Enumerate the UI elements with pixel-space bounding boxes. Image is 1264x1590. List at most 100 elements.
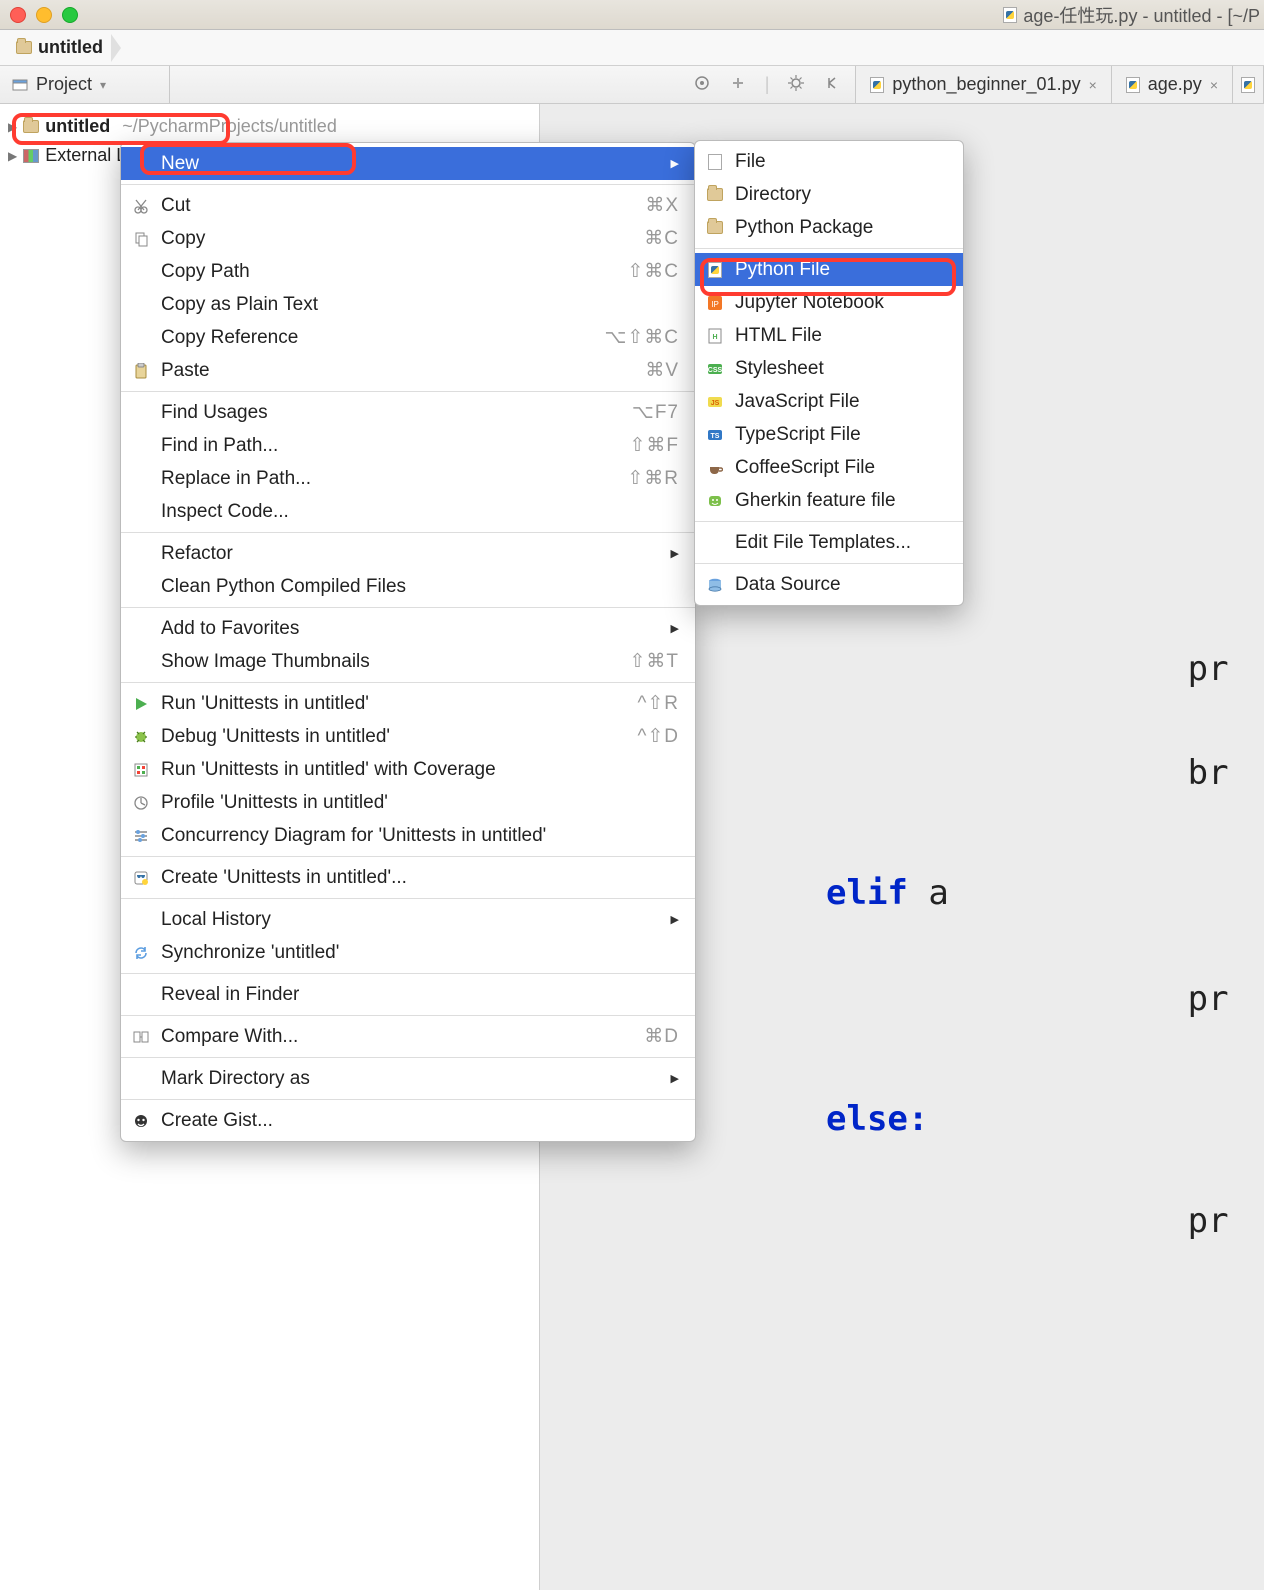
submenu-item-python-file[interactable]: Python File xyxy=(695,253,963,286)
expand-icon[interactable]: ▶ xyxy=(8,149,17,163)
tab-python-beginner[interactable]: python_beginner_01.py × xyxy=(856,66,1111,103)
submenu-item-stylesheet[interactable]: CSSStylesheet xyxy=(695,352,963,385)
menu-label: Synchronize 'untitled' xyxy=(161,942,679,964)
tree-path: ~/PycharmProjects/untitled xyxy=(122,116,337,137)
hide-icon[interactable] xyxy=(823,74,841,95)
menu-item-synchronize-untitled[interactable]: Synchronize 'untitled' xyxy=(121,936,695,969)
profile-icon xyxy=(131,795,151,811)
menu-label: Run 'Unittests in untitled' with Coverag… xyxy=(161,759,679,781)
submenu-label: JavaScript File xyxy=(735,391,860,413)
python-file-icon xyxy=(1126,77,1140,93)
menu-item-clean-python-compiled-files[interactable]: Clean Python Compiled Files xyxy=(121,570,695,603)
pytest-icon xyxy=(131,870,151,886)
menu-item-copy-as-plain-text[interactable]: Copy as Plain Text xyxy=(121,288,695,321)
menu-item-new[interactable]: New xyxy=(121,147,695,180)
project-view-selector[interactable]: Project ▾ xyxy=(0,66,170,103)
submenu-item-html-file[interactable]: HHTML File xyxy=(695,319,963,352)
folder-icon xyxy=(705,221,725,234)
maximize-window-button[interactable] xyxy=(62,7,78,23)
window-title: age-任性玩.py - untitled - [~/P xyxy=(1003,2,1264,28)
menu-item-copy-reference[interactable]: Copy Reference⌥⇧⌘C xyxy=(121,321,695,354)
menu-item-copy-path[interactable]: Copy Path⇧⌘C xyxy=(121,255,695,288)
submenu-item-data-source[interactable]: Data Source xyxy=(695,568,963,601)
tab-more[interactable] xyxy=(1233,66,1264,103)
submenu-label: Python File xyxy=(735,259,830,281)
menu-item-create-unittests-in-untitled[interactable]: Create 'Unittests in untitled'... xyxy=(121,861,695,894)
folder-icon xyxy=(16,41,32,54)
target-icon[interactable] xyxy=(693,74,711,95)
menu-item-reveal-in-finder[interactable]: Reveal in Finder xyxy=(121,978,695,1011)
menu-item-copy[interactable]: Copy⌘C xyxy=(121,222,695,255)
menu-item-paste[interactable]: Paste⌘V xyxy=(121,354,695,387)
toolbar: Project ▾ | python_beginner_01.py × age.… xyxy=(0,66,1264,104)
menu-item-inspect-code[interactable]: Inspect Code... xyxy=(121,495,695,528)
sync-icon xyxy=(131,945,151,961)
tab-age[interactable]: age.py × xyxy=(1112,66,1233,103)
svg-text:TS: TS xyxy=(711,433,720,440)
menu-shortcut: ⌘D xyxy=(644,1025,679,1048)
menu-label: Copy as Plain Text xyxy=(161,294,679,316)
menu-label: Debug 'Unittests in untitled' xyxy=(161,726,627,748)
menu-item-find-usages[interactable]: Find Usages⌥F7 xyxy=(121,396,695,429)
close-window-button[interactable] xyxy=(10,7,26,23)
tab-label: age.py xyxy=(1148,74,1202,95)
menu-label: Profile 'Unittests in untitled' xyxy=(161,792,679,814)
menu-label: Create 'Unittests in untitled'... xyxy=(161,867,679,889)
menu-label: Show Image Thumbnails xyxy=(161,651,619,673)
expand-icon[interactable]: ▶ xyxy=(8,120,17,134)
submenu-item-file[interactable]: File xyxy=(695,145,963,178)
menu-separator xyxy=(121,1057,695,1058)
menu-shortcut: ⌥⇧⌘C xyxy=(604,326,679,349)
menu-item-add-to-favorites[interactable]: Add to Favorites xyxy=(121,612,695,645)
submenu-item-jupyter-notebook[interactable]: IPJupyter Notebook xyxy=(695,286,963,319)
concurrency-icon xyxy=(131,828,151,844)
python-file-icon xyxy=(1241,77,1255,93)
html-icon: H xyxy=(705,328,725,344)
svg-text:JS: JS xyxy=(711,400,720,407)
menu-item-show-image-thumbnails[interactable]: Show Image Thumbnails⇧⌘T xyxy=(121,645,695,678)
menu-label: New xyxy=(161,153,661,175)
toolbar-icons: | xyxy=(679,74,856,95)
submenu-item-edit-file-templates[interactable]: Edit File Templates... xyxy=(695,526,963,559)
menu-item-local-history[interactable]: Local History xyxy=(121,903,695,936)
menu-shortcut: ⇧⌘F xyxy=(629,434,679,457)
menu-label: Concurrency Diagram for 'Unittests in un… xyxy=(161,825,679,847)
menu-item-compare-with[interactable]: Compare With...⌘D xyxy=(121,1020,695,1053)
menu-item-profile-unittests-in-untitled[interactable]: Profile 'Unittests in untitled' xyxy=(121,786,695,819)
breadcrumb-root[interactable]: untitled xyxy=(10,33,115,62)
menu-label: Refactor xyxy=(161,543,661,565)
close-icon[interactable]: × xyxy=(1089,77,1097,93)
minimize-window-button[interactable] xyxy=(36,7,52,23)
close-icon[interactable]: × xyxy=(1210,77,1218,93)
menu-label: Copy Path xyxy=(161,261,617,283)
pyfile-icon xyxy=(705,262,725,278)
submenu-item-gherkin-feature-file[interactable]: Gherkin feature file xyxy=(695,484,963,517)
menu-item-refactor[interactable]: Refactor xyxy=(121,537,695,570)
submenu-item-typescript-file[interactable]: TSTypeScript File xyxy=(695,418,963,451)
submenu-item-coffeescript-file[interactable]: CoffeeScript File xyxy=(695,451,963,484)
menu-item-mark-directory-as[interactable]: Mark Directory as xyxy=(121,1062,695,1095)
menu-item-run-unittests-in-untitled-with-coverage[interactable]: Run 'Unittests in untitled' with Coverag… xyxy=(121,753,695,786)
menu-label: Replace in Path... xyxy=(161,468,617,490)
menu-item-run-unittests-in-untitled[interactable]: Run 'Unittests in untitled'^⇧R xyxy=(121,687,695,720)
submenu-item-javascript-file[interactable]: JS JavaScript File xyxy=(695,385,963,418)
menu-item-find-in-path[interactable]: Find in Path...⇧⌘F xyxy=(121,429,695,462)
submenu-label: Data Source xyxy=(735,574,841,596)
submenu-separator xyxy=(695,563,963,564)
libraries-icon xyxy=(23,149,39,163)
menu-item-replace-in-path[interactable]: Replace in Path...⇧⌘R xyxy=(121,462,695,495)
svg-text:H: H xyxy=(712,334,717,341)
gear-icon[interactable] xyxy=(787,74,805,95)
tree-node-untitled[interactable]: ▶ untitled ~/PycharmProjects/untitled xyxy=(6,112,533,141)
menu-item-cut[interactable]: Cut⌘X xyxy=(121,189,695,222)
collapse-icon[interactable] xyxy=(729,74,747,95)
submenu-item-directory[interactable]: Directory xyxy=(695,178,963,211)
menu-item-concurrency-diagram-for-unittests-in-untitled[interactable]: Concurrency Diagram for 'Unittests in un… xyxy=(121,819,695,852)
menu-item-debug-unittests-in-untitled[interactable]: Debug 'Unittests in untitled'^⇧D xyxy=(121,720,695,753)
menu-label: Clean Python Compiled Files xyxy=(161,576,679,598)
coverage-icon xyxy=(131,762,151,778)
debug-icon xyxy=(131,729,151,745)
submenu-item-python-package[interactable]: Python Package xyxy=(695,211,963,244)
menu-separator xyxy=(121,607,695,608)
menu-item-create-gist[interactable]: Create Gist... xyxy=(121,1104,695,1137)
